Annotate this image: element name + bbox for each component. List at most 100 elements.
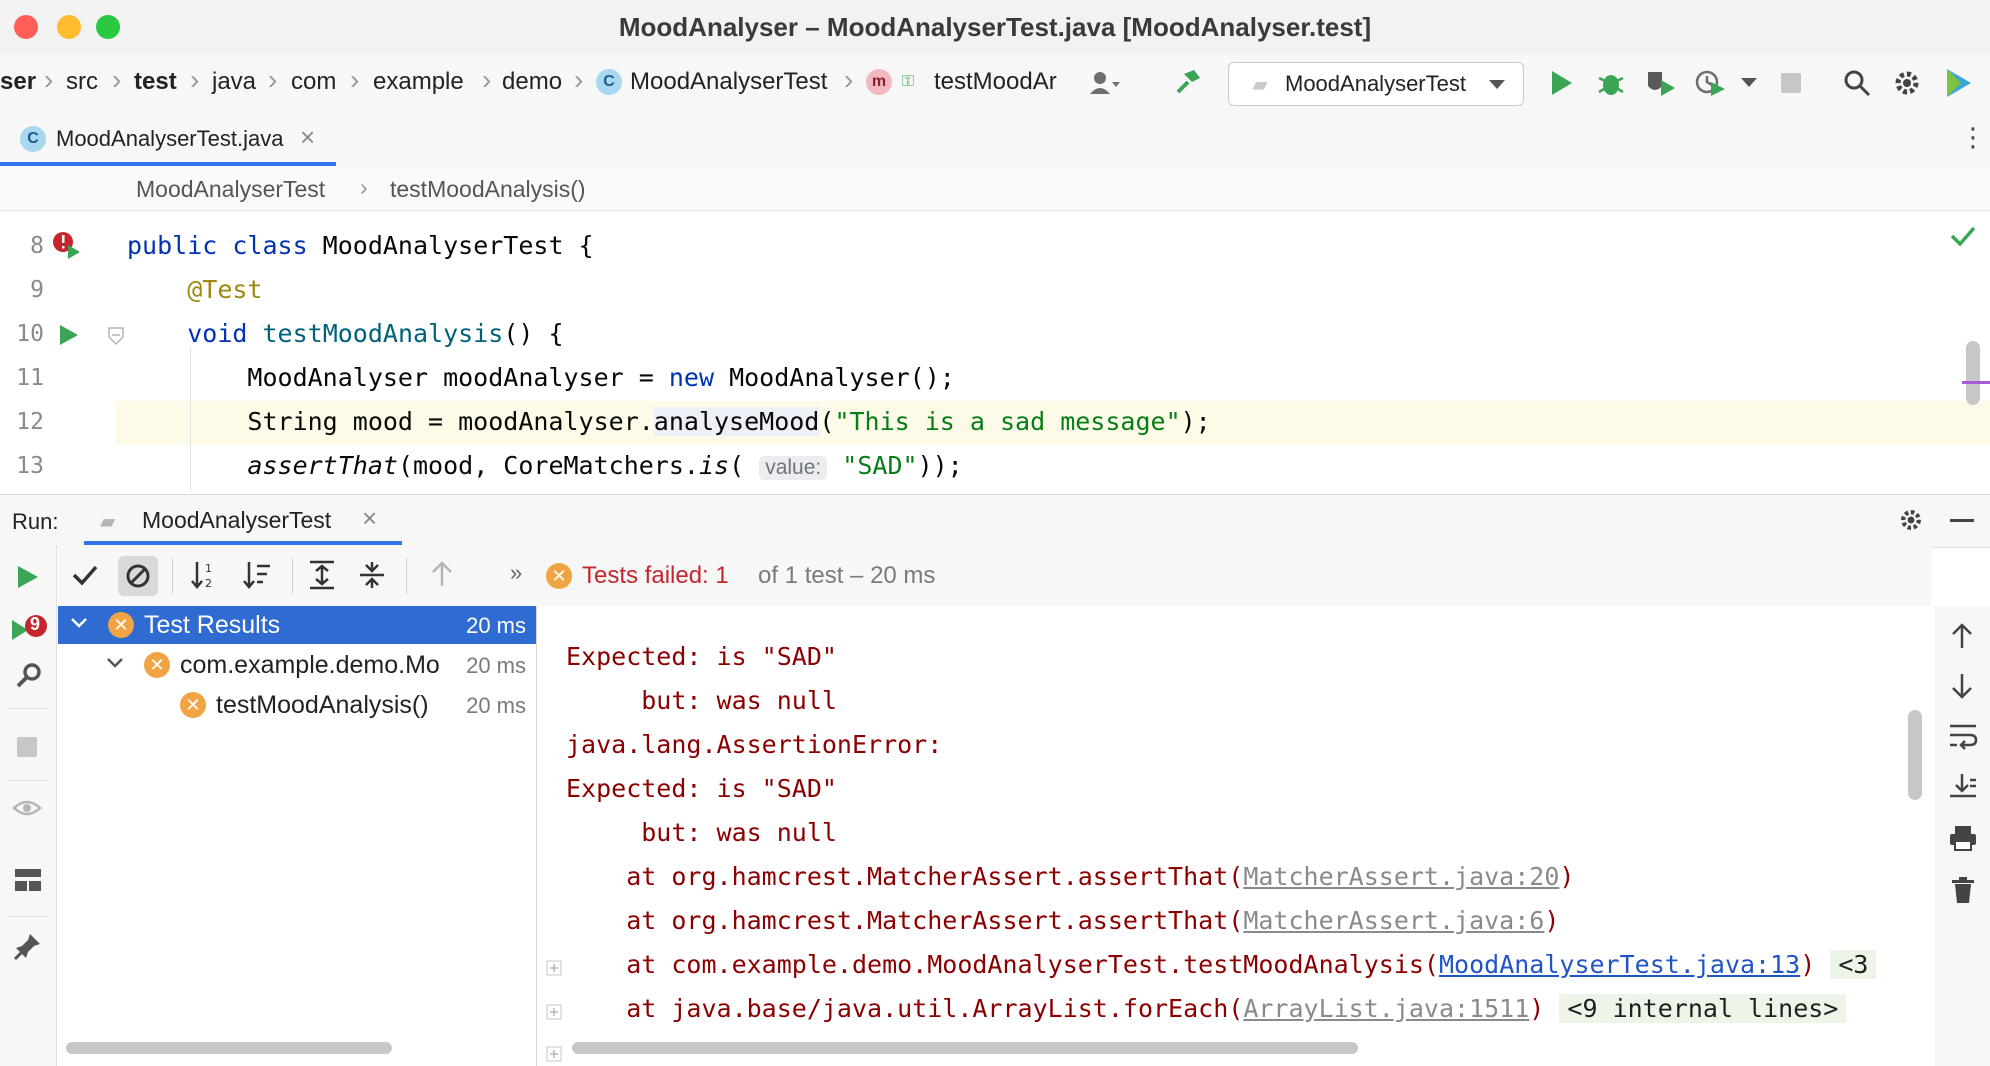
crumb-java[interactable]: java — [212, 68, 256, 96]
crumb-project[interactable]: ser — [0, 68, 36, 96]
stack-trace-link[interactable]: MatcherAssert.java:20 — [1243, 862, 1559, 891]
tree-row-method[interactable]: ✕ testMoodAnalysis() 20 ms — [58, 686, 536, 724]
test-config-icon: ▰ — [1252, 73, 1268, 96]
more-actions-chevron-icon[interactable]: » — [510, 560, 522, 586]
editor-tab-moodanalysertest[interactable]: C MoodAnalyserTest.java × — [0, 112, 336, 166]
close-tab-icon[interactable]: × — [300, 122, 315, 153]
chevron-down-icon[interactable] — [70, 614, 88, 637]
code-editor[interactable]: 8 9 10 11 12 13 public class MoodAnalyse… — [0, 211, 1990, 493]
tree-label: com.example.demo.Mo — [180, 651, 440, 679]
editor-scrollbar-thumb[interactable] — [1966, 341, 1980, 405]
internal-lines-fold[interactable]: <3 — [1830, 950, 1877, 979]
tree-row-class[interactable]: ✕ com.example.demo.Mo 20 ms — [58, 646, 536, 684]
internal-lines-fold[interactable]: <9 internal lines> — [1559, 994, 1847, 1023]
expand-fold-icon[interactable] — [546, 1046, 562, 1066]
show-passed-eye-icon[interactable] — [12, 796, 46, 827]
more-options-icon[interactable]: ⋮ — [1960, 122, 1986, 153]
profile-icon[interactable] — [1694, 66, 1728, 100]
close-run-tab-icon[interactable]: × — [362, 503, 377, 534]
search-icon[interactable] — [1840, 66, 1874, 100]
collapse-all-icon[interactable] — [358, 560, 386, 595]
wrench-icon[interactable] — [14, 662, 42, 697]
stop-icon[interactable] — [16, 736, 38, 763]
stack-trace-link[interactable]: ArrayList.java:1511 — [1243, 994, 1529, 1023]
console-vertical-scrollbar[interactable] — [1908, 710, 1922, 800]
vcs-user-icon[interactable] — [1088, 66, 1122, 100]
up-arrow-icon[interactable] — [1950, 622, 1974, 655]
crumb-class[interactable]: MoodAnalyserTest — [630, 68, 827, 96]
console-output[interactable]: Expected: is "SAD" but: was null java.la… — [538, 606, 1922, 1066]
console-line: Expected: is "SAD" — [566, 774, 837, 803]
expand-fold-icon[interactable] — [546, 960, 562, 980]
window-title: MoodAnalyser – MoodAnalyserTest.java [Mo… — [618, 12, 1372, 42]
crumb-src[interactable]: src — [66, 68, 98, 96]
run-with-coverage-icon[interactable] — [1644, 66, 1678, 100]
navigation-bar: ser › src › test › java › com › example … — [0, 54, 1990, 113]
run-config-label: MoodAnalyserTest — [1285, 71, 1466, 96]
pin-icon[interactable] — [13, 932, 42, 965]
rerun-icon[interactable] — [16, 564, 40, 595]
layout-icon[interactable] — [14, 868, 42, 897]
down-arrow-icon[interactable] — [1950, 672, 1974, 705]
chevron-down-icon[interactable] — [106, 654, 124, 677]
scroll-to-end-icon[interactable] — [1948, 772, 1978, 805]
editor-tab-label: MoodAnalyserTest.java — [56, 126, 284, 151]
chevron-down-icon — [1485, 73, 1509, 97]
run-configuration-selector[interactable]: ▰ MoodAnalyserTest — [1228, 62, 1524, 106]
editor-tab-bar: C MoodAnalyserTest.java × ⋮ — [0, 112, 1990, 167]
rerun-failed-tests-icon[interactable]: 9 — [10, 614, 50, 651]
expand-all-icon[interactable] — [308, 560, 336, 595]
crumb-method[interactable]: testMoodAr — [934, 68, 1057, 96]
soft-wrap-icon[interactable] — [1948, 722, 1978, 755]
tree-time: 20 ms — [466, 653, 526, 679]
breadcrumb-method[interactable]: testMoodAnalysis() — [390, 176, 586, 203]
test-config-icon: ▰ — [100, 511, 116, 533]
sort-alphabetically-icon[interactable]: 12 — [190, 560, 220, 595]
build-hammer-icon[interactable] — [1170, 66, 1204, 100]
failed-count-badge: 9 — [30, 614, 41, 634]
ide-logo-icon[interactable] — [1942, 66, 1976, 100]
show-ignored-toggle-button[interactable] — [118, 556, 158, 596]
sort-by-duration-icon[interactable] — [242, 560, 272, 595]
code-line-12: String mood = moodAnalyser.analyseMood("… — [127, 407, 1211, 436]
code-line-8: public class MoodAnalyserTest { — [127, 231, 594, 260]
console-horizontal-scrollbar[interactable] — [572, 1042, 1358, 1054]
crumb-test[interactable]: test — [134, 68, 177, 96]
crumb-com[interactable]: com — [291, 68, 336, 96]
run-test-gutter-icon[interactable] — [58, 323, 80, 351]
stack-trace-link[interactable]: MatcherAssert.java:6 — [1243, 906, 1544, 935]
code-line-9: @Test — [187, 275, 263, 304]
stack-trace-line: at java.base/java.util.ArrayList.forEach… — [566, 994, 1847, 1023]
run-settings-gear-icon[interactable] — [1898, 507, 1924, 538]
stack-trace-link[interactable]: MoodAnalyserTest.java:13 — [1439, 950, 1800, 979]
no-problems-check-icon[interactable] — [1950, 225, 1976, 251]
run-class-error-gutter-icon[interactable] — [52, 231, 82, 265]
show-passed-check-icon[interactable] — [72, 564, 98, 591]
method-icon: m — [866, 69, 892, 95]
tree-horizontal-scrollbar[interactable] — [66, 1042, 392, 1054]
print-icon[interactable] — [1948, 824, 1978, 857]
expand-fold-icon[interactable] — [546, 1004, 562, 1024]
minimize-panel-icon[interactable] — [1950, 519, 1974, 522]
stack-trace-line: at org.hamcrest.MatcherAssert.assertThat… — [566, 862, 1575, 891]
previous-failed-arrow-icon[interactable] — [430, 560, 454, 593]
failed-status-icon: ✕ — [180, 692, 206, 718]
debug-icon[interactable] — [1594, 66, 1628, 100]
editor-marker — [1962, 381, 1990, 384]
trash-icon[interactable] — [1950, 876, 1976, 909]
crumb-demo[interactable]: demo — [502, 68, 562, 96]
test-results-tree[interactable]: ✕ Test Results 20 ms ✕ com.example.demo.… — [58, 606, 537, 1066]
unlock-icon: ⚿ — [901, 73, 915, 90]
crumb-example[interactable]: example — [373, 68, 464, 96]
stop-icon[interactable] — [1774, 66, 1808, 100]
fold-icon[interactable] — [108, 327, 124, 349]
run-tab-label[interactable]: MoodAnalyserTest — [142, 507, 331, 534]
line-number: 13 — [16, 453, 44, 479]
more-run-options-chevron-icon[interactable] — [1732, 66, 1766, 100]
tree-time: 20 ms — [466, 693, 526, 719]
settings-gear-icon[interactable] — [1890, 66, 1924, 100]
run-icon[interactable] — [1544, 66, 1578, 100]
breadcrumb-class[interactable]: MoodAnalyserTest — [136, 176, 325, 203]
tree-row-test-results[interactable]: ✕ Test Results 20 ms — [58, 606, 536, 644]
tests-failed-icon: ✕ — [546, 563, 572, 589]
